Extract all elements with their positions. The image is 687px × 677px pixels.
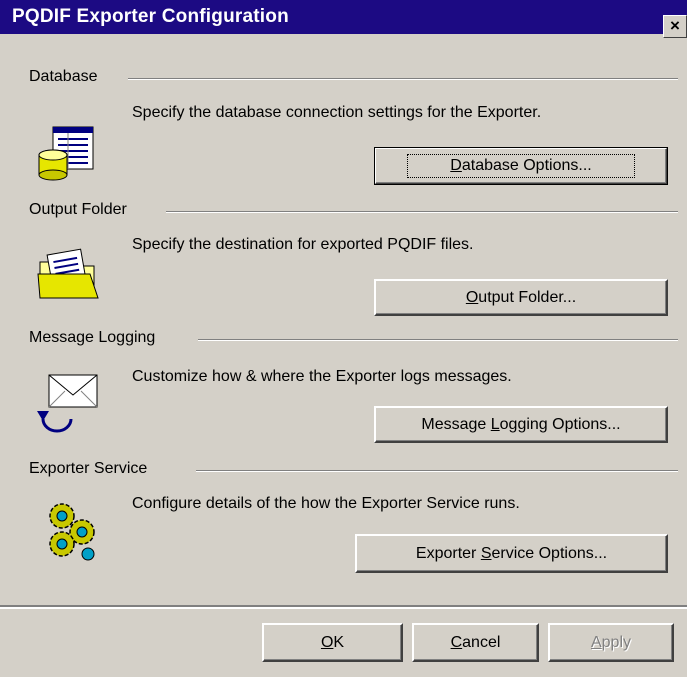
folder-icon — [37, 248, 99, 299]
gears-icon — [49, 503, 95, 561]
ok-button[interactable]: OK — [262, 623, 403, 662]
message-logging-description: Customize how & where the Exporter logs … — [132, 368, 512, 385]
footer-separator — [0, 605, 687, 609]
apply-button[interactable]: Apply — [548, 623, 674, 662]
output-folder-description: Specify the destination for exported PQD… — [132, 236, 474, 253]
section-label-database: Database — [29, 68, 98, 85]
window-title: PQDIF Exporter Configuration — [12, 6, 289, 27]
section-label-output-folder: Output Folder — [29, 201, 127, 218]
close-button[interactable]: × — [663, 15, 687, 38]
section-label-exporter-service: Exporter Service — [29, 460, 148, 477]
section-divider-database — [128, 78, 678, 80]
message-logging-options-button[interactable]: Message Logging Options... — [374, 406, 668, 443]
section-label-message-logging: Message Logging — [29, 329, 156, 346]
cancel-button[interactable]: Cancel — [412, 623, 539, 662]
database-options-button[interactable]: Database Options... — [374, 147, 668, 185]
envelope-icon — [37, 374, 98, 433]
section-divider-exporter-service — [196, 470, 678, 472]
close-icon: × — [670, 16, 680, 35]
exporter-service-options-button[interactable]: Exporter Service Options... — [355, 534, 668, 573]
output-folder-button[interactable]: Output Folder... — [374, 279, 668, 316]
section-divider-message-logging — [198, 339, 678, 341]
section-divider-output-folder — [166, 211, 678, 213]
database-description: Specify the database connection settings… — [132, 104, 542, 121]
exporter-service-description: Configure details of the how the Exporte… — [132, 495, 520, 512]
title-bar: PQDIF Exporter Configuration × — [0, 0, 687, 38]
database-icon — [38, 126, 94, 181]
